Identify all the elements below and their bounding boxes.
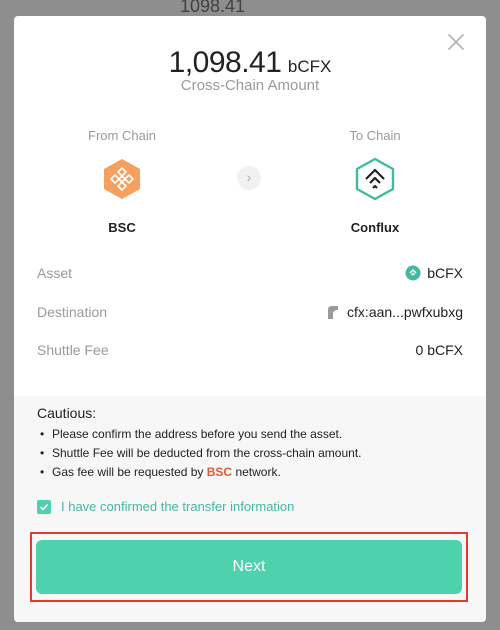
confirm-label[interactable]: I have confirmed the transfer informatio…	[61, 499, 294, 514]
amount-value: 1,098.41	[168, 46, 282, 79]
asset-row: Asset bCFX	[37, 261, 463, 285]
destination-value-wrap: cfx:aan...pwfxubxg	[325, 304, 463, 320]
destination-row: Destination cfx:aan...pwfxubxg	[37, 300, 463, 324]
confirm-checkbox[interactable]	[37, 499, 51, 514]
caution-chain-name: BSC	[206, 465, 233, 479]
caution-item3-post: network.	[235, 465, 281, 479]
destination-label: Destination	[37, 304, 108, 320]
bsc-logo-icon	[104, 159, 140, 199]
chevron-right-icon: ›	[237, 166, 261, 190]
asset-value-wrap: bCFX	[405, 265, 463, 281]
fee-row: Shuttle Fee 0 bCFX	[37, 338, 463, 362]
to-chain-label: To Chain	[349, 128, 401, 143]
backdrop-amount: 1098.41	[180, 0, 246, 16]
destination-address: cfx:aan...pwfxubxg	[347, 304, 463, 320]
caution-item3-pre: Gas fee will be requested by	[52, 465, 204, 479]
from-chain: From Chain BSC	[62, 128, 182, 235]
fluent-wallet-icon	[328, 306, 339, 319]
caution-item: Please confirm the address before you se…	[40, 425, 362, 444]
from-chain-label: From Chain	[88, 128, 156, 143]
conflux-logo-icon	[355, 157, 395, 201]
caution-list: Please confirm the address before you se…	[40, 425, 362, 482]
to-chain-name: Conflux	[350, 220, 400, 235]
amount-subtitle: Cross-Chain Amount	[180, 77, 320, 94]
from-chain-name: BSC	[108, 220, 136, 235]
caution-item: Gas fee will be requested by BSC network…	[40, 463, 362, 482]
bcfx-token-icon	[405, 265, 421, 281]
caution-title: Cautious:	[37, 405, 97, 421]
amount-header: 1,098.41 bCFX	[14, 46, 486, 80]
confirm-checkbox-row[interactable]: I have confirmed the transfer informatio…	[37, 499, 294, 514]
cross-chain-confirm-modal: 1,098.41 bCFX Cross-Chain Amount From Ch…	[14, 16, 486, 622]
to-chain: To Chain Conflux	[315, 128, 435, 235]
asset-label: Asset	[37, 265, 73, 281]
fee-label: Shuttle Fee	[37, 342, 109, 358]
caution-item: Shuttle Fee will be deducted from the cr…	[40, 444, 362, 463]
fee-value: 0 bCFX	[415, 342, 463, 358]
checkmark-icon	[39, 503, 49, 511]
asset-value: bCFX	[427, 265, 463, 281]
amount-unit: bCFX	[287, 57, 332, 76]
next-button[interactable]: Next	[36, 540, 462, 594]
